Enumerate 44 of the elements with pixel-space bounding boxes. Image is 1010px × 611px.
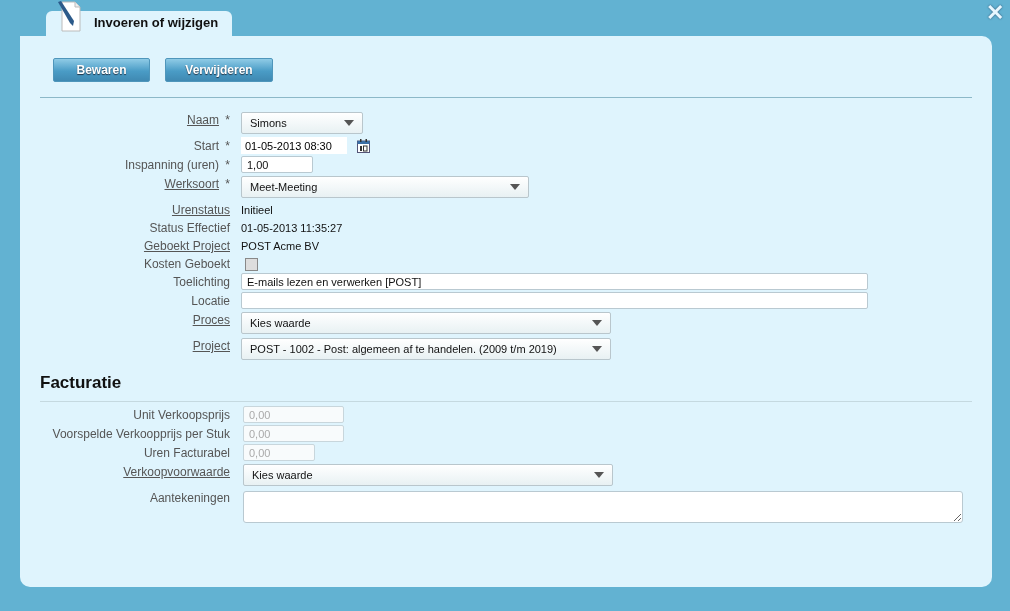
field-label: Start [193, 139, 219, 153]
field-label: Aantekeningen [149, 491, 230, 505]
dropdown[interactable]: Simons [241, 112, 363, 134]
text-field[interactable] [241, 292, 868, 309]
field-label: Locatie [191, 294, 230, 308]
field-value: 01-05-2013 11:35:27 [241, 221, 343, 234]
dropdown[interactable]: Kies waarde [241, 312, 611, 334]
caret-icon [594, 472, 604, 478]
field-label: Uren Facturabel [143, 446, 230, 460]
caret-icon [592, 346, 602, 352]
field-label-link[interactable]: Geboekt Project [143, 239, 230, 253]
field-value: POST Acme BV [241, 239, 320, 252]
caret-icon [592, 320, 602, 326]
section-heading: Facturatie [40, 373, 972, 402]
field-label: Voorspelde Verkoopprijs per Stuk [52, 427, 230, 441]
field-label: Toelichting [173, 275, 230, 289]
field-label-link[interactable]: Urenstatus [171, 203, 230, 217]
required-mark: * [225, 158, 230, 172]
field-label-link[interactable]: Verkoopvoorwaarde [123, 465, 230, 479]
calendar-icon[interactable] [357, 138, 370, 153]
caret-icon [510, 184, 520, 190]
text-field[interactable]: E-mails lezen en verwerken [POST] [241, 273, 868, 290]
required-mark: * [225, 113, 230, 127]
field-label: Unit Verkoopsprijs [133, 408, 230, 422]
checkbox[interactable] [245, 258, 258, 271]
caret-icon [344, 120, 354, 126]
field-label: Inspanning (uren) [124, 158, 219, 172]
document-pen-icon [56, 0, 82, 32]
field-value: Initieel [241, 203, 273, 216]
dropdown[interactable]: Meet-Meeting [241, 176, 529, 198]
required-mark: * [225, 139, 230, 153]
field-label-link[interactable]: Proces [192, 313, 230, 327]
date-field[interactable]: 01-05-2013 08:30 [241, 137, 347, 154]
dropdown[interactable]: Kies waarde [243, 464, 613, 486]
field-label-link[interactable]: Werksoort [164, 177, 219, 191]
tab[interactable]: Invoeren of wijzigen [46, 11, 233, 36]
field-label-link[interactable]: Project [192, 339, 230, 353]
required-mark: * [225, 177, 230, 191]
notes-field[interactable] [243, 491, 963, 523]
field-label: Kosten Geboekt [143, 257, 230, 271]
text-field[interactable]: 1,00 [241, 156, 313, 173]
dropdown[interactable]: POST - 1002 - Post: algemeen af te handelen. (2009 t/m 2019) [241, 338, 611, 360]
field-label: Status Effectief [149, 221, 230, 235]
field-label-link[interactable]: Naam [186, 113, 219, 127]
